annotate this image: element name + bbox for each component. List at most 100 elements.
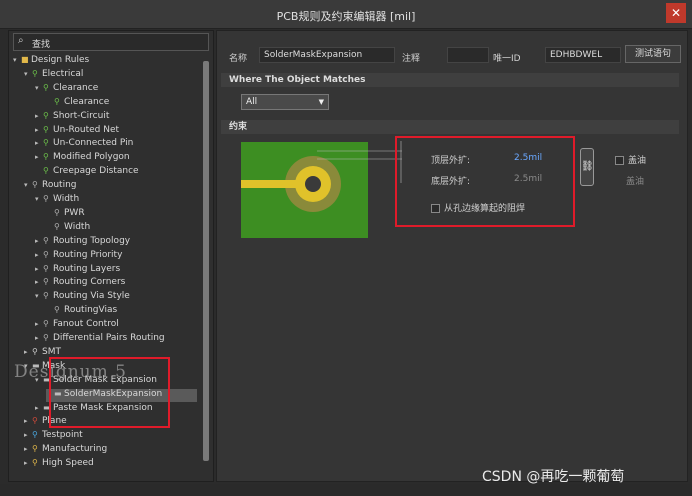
uid-label: 唯一ID <box>493 54 521 64</box>
chevron-down-icon[interactable]: ▾ <box>24 181 32 189</box>
chevron-right-icon[interactable]: ▸ <box>35 251 43 259</box>
tree-scrollbar[interactable] <box>203 61 209 465</box>
chevron-right-icon[interactable]: ▸ <box>24 417 32 425</box>
tree-item-label: Differential Pairs Routing <box>53 333 165 343</box>
chevron-down-icon[interactable]: ▾ <box>35 292 43 300</box>
tree-item-label: RoutingVias <box>64 305 118 316</box>
rule-icon: ⚲ <box>32 68 38 78</box>
chevron-down-icon[interactable]: ▾ <box>13 56 21 64</box>
tree-item-label: Routing Topology <box>53 235 131 246</box>
tree-item-label: Design Rules <box>31 55 90 65</box>
route-icon: ⚲ <box>43 235 49 245</box>
tree-item[interactable]: ▸ ⚲ Un-Routed Net <box>35 125 119 138</box>
chevron-right-icon[interactable]: ▸ <box>35 112 43 120</box>
tree-item-label: Testpoint <box>42 430 83 441</box>
chevron-down-icon[interactable]: ▾ <box>35 195 43 203</box>
rule-icon: ⚲ <box>43 124 49 134</box>
uid-field[interactable]: EDHBDWEL <box>545 47 621 63</box>
hs-icon: ⚲ <box>32 458 38 468</box>
tree-item-label: High Speed <box>42 458 94 469</box>
top-expansion-value[interactable]: 2.5mil <box>514 153 542 163</box>
match-scope-select[interactable]: All ▼ <box>241 94 329 110</box>
chevron-down-icon[interactable]: ▾ <box>35 84 43 92</box>
tree-item[interactable]: ▸ ⚲ Routing Layers <box>35 264 120 277</box>
tree-item[interactable]: ▸ ⚲ Fanout Control <box>35 319 119 332</box>
tree-item[interactable]: ⚲ Width <box>46 222 90 235</box>
mfg-icon: ⚲ <box>32 444 38 454</box>
tree-item-label: Short-Circuit <box>53 110 110 121</box>
tree-item-label: Creepage Distance <box>53 166 139 177</box>
chevron-right-icon[interactable]: ▸ <box>35 404 43 412</box>
tree-item[interactable]: ▸ ⚲ Short-Circuit <box>35 111 109 124</box>
chevron-right-icon[interactable]: ▸ <box>35 126 43 134</box>
chevron-down-icon[interactable]: ▾ <box>24 70 32 78</box>
tree-item[interactable]: ▸ ⚲ Differential Pairs Routing <box>35 333 165 346</box>
tree-item[interactable]: ⚲ RoutingVias <box>46 305 117 318</box>
csdn-credit: CSDN @再吃一颗葡萄 <box>482 469 625 485</box>
search-input[interactable]: ⌕ 查找 <box>13 33 209 51</box>
tree-item[interactable]: ▾ ⚲ Routing Via Style <box>35 291 130 304</box>
tree-item-label: Width <box>64 221 91 232</box>
tree-item-label: SMT <box>42 346 61 357</box>
name-field[interactable]: SolderMaskExpansion <box>259 47 395 63</box>
constraints-header: 约束 <box>221 120 679 134</box>
scrollbar-thumb[interactable] <box>203 61 209 461</box>
tree-item[interactable]: ▸ ⚲ Manufacturing <box>24 444 107 457</box>
chevron-right-icon[interactable]: ▸ <box>35 265 43 273</box>
chevron-right-icon[interactable]: ▸ <box>24 459 32 467</box>
tree-item[interactable]: ▸ ⚲ Testpoint <box>24 430 83 443</box>
tree-item[interactable]: ▾ ■ Design Rules <box>13 55 89 68</box>
tree-item[interactable]: ▾ ⚲ Electrical <box>24 69 83 82</box>
tree-item[interactable]: ▸ ⚲ High Speed <box>24 458 94 471</box>
route-icon: ⚲ <box>43 263 49 273</box>
tent-bottom-label: 盖油 <box>626 177 645 187</box>
tree-item-label: Routing Via Style <box>53 291 130 302</box>
route-icon: ⚲ <box>43 194 49 203</box>
plane-icon: ⚲ <box>32 416 38 426</box>
comment-label: 注释 <box>402 54 421 64</box>
smt-icon: ⚲ <box>32 346 38 356</box>
comment-field[interactable] <box>447 47 489 63</box>
tree-item-label: Routing Corners <box>53 277 126 288</box>
chevron-right-icon[interactable]: ▸ <box>35 237 43 245</box>
close-button[interactable]: ✕ <box>666 3 686 23</box>
tent-top-checkbox[interactable]: 盖油 <box>615 153 646 166</box>
from-hole-checkbox[interactable]: 从孔边缘算起的阻焊 <box>431 201 525 214</box>
tree-item[interactable]: ▸ ⚲ Routing Topology <box>35 236 130 249</box>
tree-item[interactable]: ⚲ PWR <box>46 208 85 221</box>
dimension-lines <box>317 141 402 183</box>
test-icon: ⚲ <box>32 430 38 440</box>
tree-item[interactable]: ▸ ⚲ Modified Polygon <box>35 152 130 165</box>
chevron-right-icon[interactable]: ▸ <box>35 278 43 286</box>
tree-item[interactable]: ▸ ⚲ Routing Priority <box>35 250 122 263</box>
tree-item[interactable]: ▾ ⚲ Width <box>35 194 79 207</box>
tree-item[interactable]: ⚲ Creepage Distance <box>35 166 139 179</box>
tree-item[interactable]: ▾ ⚲ Routing <box>24 180 77 193</box>
chevron-right-icon[interactable]: ▸ <box>35 320 43 328</box>
route-icon: ⚲ <box>43 277 49 287</box>
checkbox-icon <box>431 204 440 213</box>
route-icon: ⚲ <box>43 319 49 329</box>
chevron-right-icon[interactable]: ▸ <box>35 334 43 342</box>
rule-icon: ⚲ <box>43 166 49 176</box>
tree-item-label: Routing Priority <box>53 249 123 260</box>
tree-item[interactable]: ⚲ Clearance <box>46 97 109 110</box>
rule-icon: ⚲ <box>54 96 60 106</box>
tree-item[interactable]: ▸ ⚲ Un-Connected Pin <box>35 138 133 151</box>
link-icon[interactable]: ⛓ <box>580 148 594 186</box>
where-matches-header: Where The Object Matches <box>221 73 679 87</box>
tree-item[interactable]: ▸ ⚲ Routing Corners <box>35 277 125 290</box>
chevron-right-icon[interactable]: ▸ <box>24 445 32 453</box>
tree-item-label: Routing <box>42 180 77 191</box>
checkbox-icon <box>615 156 624 165</box>
chevron-right-icon[interactable]: ▸ <box>35 139 43 147</box>
tent-top-label: 盖油 <box>628 156 647 166</box>
highlight-box-mask <box>49 357 170 428</box>
test-query-button[interactable]: 测试语句 <box>625 45 681 63</box>
chevron-right-icon[interactable]: ▸ <box>35 153 43 161</box>
bottom-expansion-value[interactable]: 2.5mil <box>514 174 542 184</box>
tree-item[interactable]: ▾ ⚲ Clearance <box>35 83 98 96</box>
route-icon: ⚲ <box>32 180 38 190</box>
chevron-right-icon[interactable]: ▸ <box>24 348 32 356</box>
chevron-right-icon[interactable]: ▸ <box>24 431 32 439</box>
